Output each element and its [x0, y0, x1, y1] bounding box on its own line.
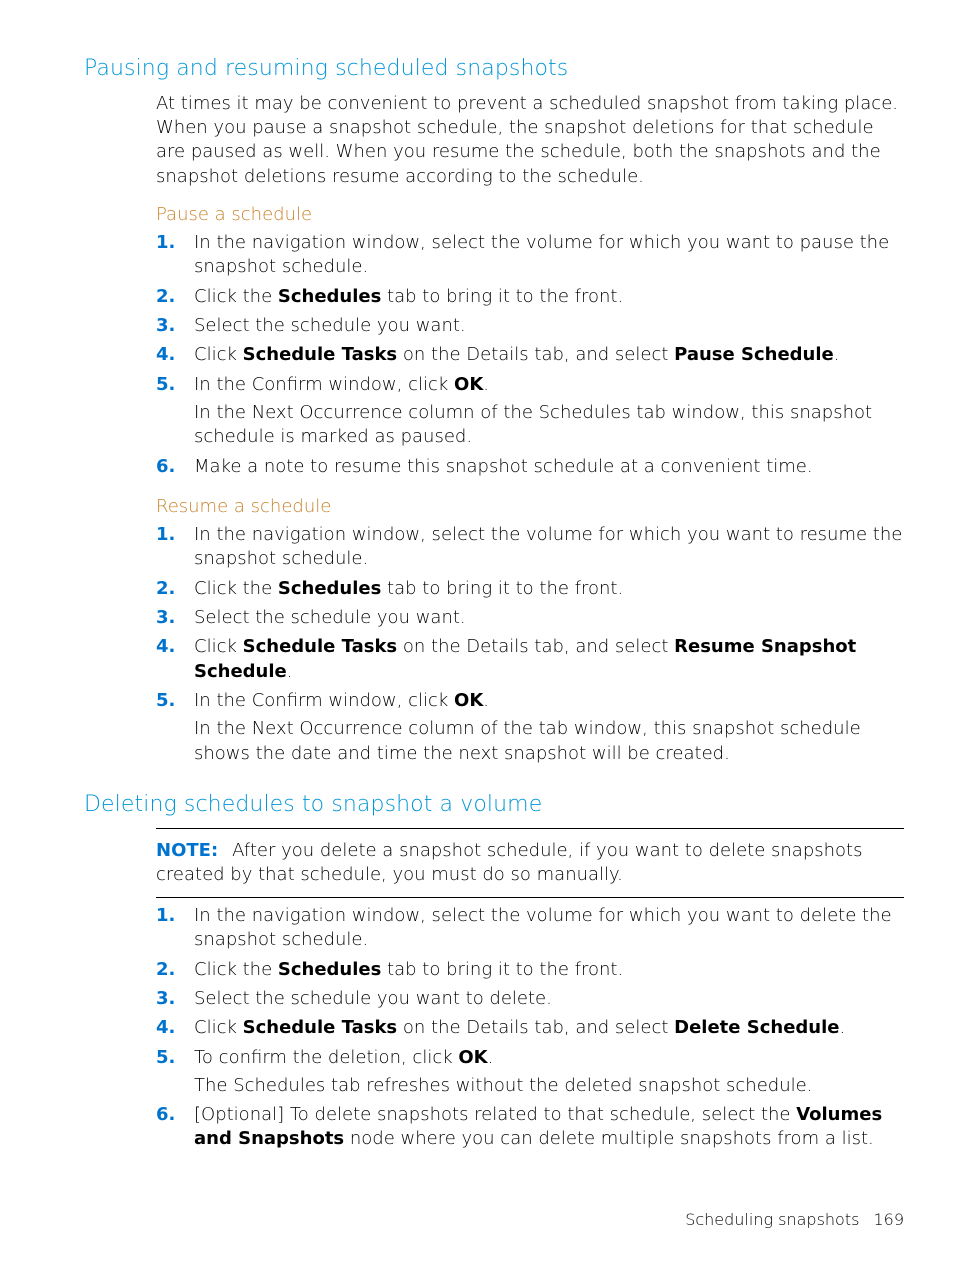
note-label: NOTE: [156, 840, 232, 861]
step-text: tab to bring it to the front. [381, 286, 623, 307]
step-text: In the Confirm window, click [194, 374, 454, 395]
list-item: In the navigation window, select the vol… [156, 523, 904, 574]
bold-text: OK [454, 690, 483, 711]
step-follow-text: In the Next Occurrence column of the Sch… [194, 401, 904, 450]
step-text: To confirm the deletion, click [194, 1047, 458, 1068]
list-item: Make a note to resume this snapshot sche… [156, 455, 904, 481]
bold-text: Schedule Tasks [243, 344, 398, 365]
step-text: Click the [194, 959, 278, 980]
delete-schedule-steps: In the navigation window, select the vol… [156, 904, 904, 1154]
bold-text: Schedule Tasks [243, 1017, 398, 1038]
note-text: After you delete a snapshot schedule, if… [156, 840, 862, 885]
step-text: on the Details tab, and select [397, 636, 674, 657]
list-item: Select the schedule you want to delete. [156, 987, 904, 1013]
page-footer: Scheduling snapshots169 [685, 1209, 904, 1231]
step-text: . [483, 690, 489, 711]
step-text: . [834, 344, 840, 365]
bold-text: OK [454, 374, 483, 395]
bold-text: Schedules [278, 286, 381, 307]
intro-paragraph: At times it may be convenient to prevent… [156, 92, 904, 189]
step-text: on the Details tab, and select [397, 344, 674, 365]
step-text: Click the [194, 578, 278, 599]
step-text: In the navigation window, select the vol… [194, 232, 889, 277]
step-text: tab to bring it to the front. [381, 959, 623, 980]
step-text: node where you can delete multiple snaps… [344, 1128, 874, 1149]
step-text: Select the schedule you want. [194, 607, 466, 628]
list-item: Select the schedule you want. [156, 606, 904, 632]
bold-text: Delete Schedule [674, 1017, 839, 1038]
step-text: Click [194, 636, 243, 657]
step-text: . [488, 1047, 494, 1068]
list-item: In the Confirm window, click OK. In the … [156, 373, 904, 452]
step-text: Click the [194, 286, 278, 307]
bold-text: Pause Schedule [674, 344, 834, 365]
step-text: Select the schedule you want. [194, 315, 466, 336]
step-text: Click [194, 344, 243, 365]
note-box: NOTE:After you delete a snapshot schedul… [156, 828, 904, 899]
step-text: on the Details tab, and select [397, 1017, 674, 1038]
heading-pause-schedule: Pause a schedule [156, 203, 904, 227]
step-follow-text: In the Next Occurrence column of the tab… [194, 717, 904, 766]
list-item: Click the Schedules tab to bring it to t… [156, 285, 904, 311]
step-text: tab to bring it to the front. [381, 578, 623, 599]
step-follow-text: The Schedules tab refreshes without the … [194, 1074, 904, 1098]
heading-resume-schedule: Resume a schedule [156, 495, 904, 519]
list-item: Click Schedule Tasks on the Details tab,… [156, 1016, 904, 1042]
list-item: Click the Schedules tab to bring it to t… [156, 577, 904, 603]
step-text: In the navigation window, select the vol… [194, 524, 902, 569]
resume-schedule-steps: In the navigation window, select the vol… [156, 523, 904, 768]
list-item: Click Schedule Tasks on the Details tab,… [156, 635, 904, 686]
step-text: . [839, 1017, 845, 1038]
list-item: In the Confirm window, click OK. In the … [156, 689, 904, 768]
footer-section: Scheduling snapshots [685, 1210, 859, 1229]
step-text: . [287, 661, 293, 682]
page-content: Pausing and resuming scheduled snapshots… [0, 0, 954, 1154]
step-text: Make a note to resume this snapshot sche… [194, 456, 813, 477]
pause-schedule-steps: In the navigation window, select the vol… [156, 231, 904, 481]
footer-page-number: 169 [859, 1210, 904, 1229]
list-item: To confirm the deletion, click OK. The S… [156, 1046, 904, 1101]
step-text: In the Confirm window, click [194, 690, 454, 711]
list-item: [Optional] To delete snapshots related t… [156, 1103, 904, 1154]
list-item: Click the Schedules tab to bring it to t… [156, 958, 904, 984]
step-text: Click [194, 1017, 243, 1038]
bold-text: Schedules [278, 578, 381, 599]
heading-pausing-resuming: Pausing and resuming scheduled snapshots [84, 54, 904, 84]
heading-deleting-schedules: Deleting schedules to snapshot a volume [84, 790, 904, 820]
step-text: [Optional] To delete snapshots related t… [194, 1104, 796, 1125]
bold-text: OK [458, 1047, 487, 1068]
bold-text: Schedule Tasks [243, 636, 398, 657]
step-text: Select the schedule you want to delete. [194, 988, 552, 1009]
list-item: In the navigation window, select the vol… [156, 904, 904, 955]
list-item: Click Schedule Tasks on the Details tab,… [156, 343, 904, 369]
bold-text: Schedules [278, 959, 381, 980]
list-item: In the navigation window, select the vol… [156, 231, 904, 282]
step-text: . [483, 374, 489, 395]
list-item: Select the schedule you want. [156, 314, 904, 340]
step-text: In the navigation window, select the vol… [194, 905, 892, 950]
